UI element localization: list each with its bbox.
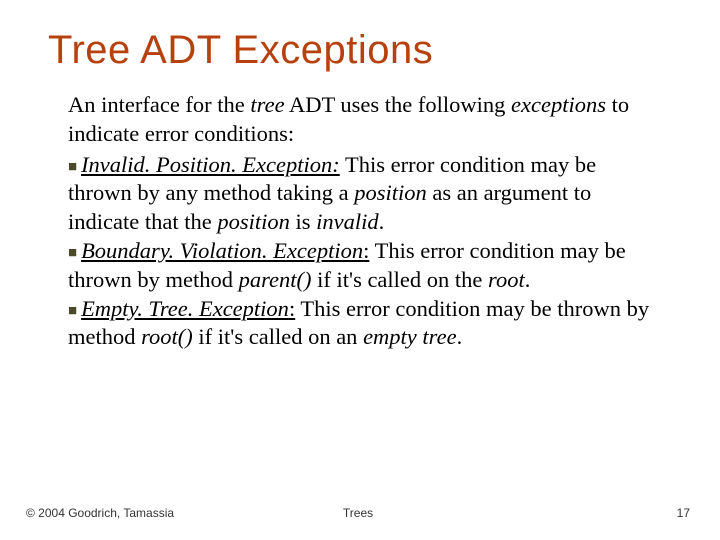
intro-text: An interface for the tree ADT uses the f… (68, 91, 664, 149)
copyright-text: © 2004 Goodrich, Tamassia (26, 506, 174, 520)
slide-body: An interface for the tree ADT uses the f… (48, 91, 672, 352)
intro-tree: tree (250, 92, 284, 117)
slide-title: Tree ADT Exceptions (48, 28, 672, 73)
bullet-3-t3: . (457, 324, 463, 349)
bullet-1-i1: position (354, 180, 427, 205)
bullet-1-i2: position (217, 209, 290, 234)
page-number: 17 (677, 506, 690, 520)
bullet-1-t3: is (290, 209, 316, 234)
bullet-1: ■Invalid. Position. Exception: This erro… (68, 152, 596, 235)
bullet-1-i3: invalid (316, 209, 379, 234)
bullet-2-t2: if it's called on the (312, 267, 489, 292)
bullet-3-t2: if it's called on an (193, 324, 363, 349)
intro-exceptions: exceptions (511, 92, 606, 117)
bullet-2-i2: root (488, 267, 525, 292)
bullet-3: ■Empty. Tree. Exception: This error cond… (68, 296, 649, 350)
footer-topic: Trees (343, 506, 373, 520)
intro-part1: An interface for the (68, 92, 250, 117)
intro-part2: ADT uses the following (285, 92, 511, 117)
bullet-2-i1: parent() (239, 267, 312, 292)
bullet-3-i2: empty tree (363, 324, 457, 349)
bullet-3-name: Empty. Tree. Exception (81, 296, 289, 321)
footer: © 2004 Goodrich, Tamassia Trees 17 (26, 506, 690, 520)
bullet-2-t3: . (525, 267, 531, 292)
slide: Tree ADT Exceptions An interface for the… (0, 0, 720, 540)
bullet-2: ■Boundary. Violation. Exception: This er… (68, 238, 626, 292)
bullet-2-name: Boundary. Violation. Exception (81, 238, 363, 263)
bullet-icon: ■ (68, 158, 77, 175)
bullet-icon: ■ (68, 302, 77, 319)
bullet-1-name: Invalid. Position. Exception: (81, 152, 340, 177)
bullet-icon: ■ (68, 244, 77, 261)
bullet-3-i1: root() (141, 324, 193, 349)
bullet-1-t4: . (379, 209, 385, 234)
